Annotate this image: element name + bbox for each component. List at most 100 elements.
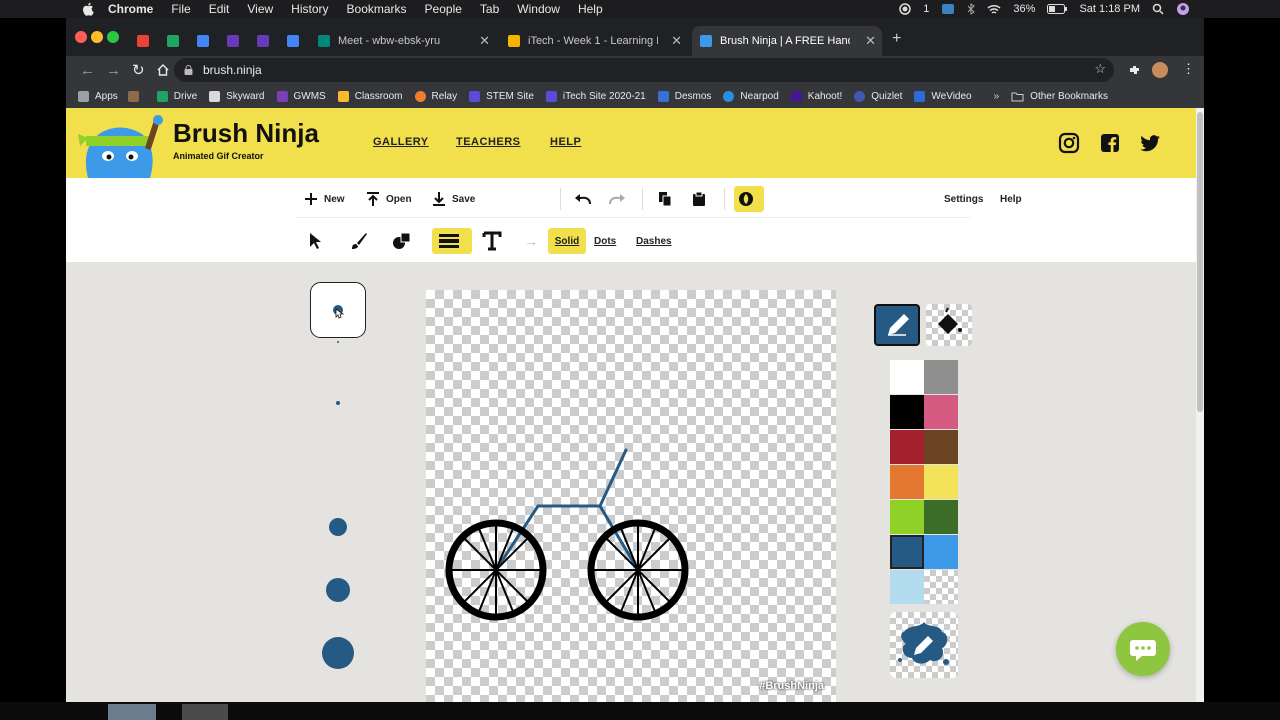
brush-size-5[interactable] [326,578,350,602]
bookmark-blank[interactable] [127,90,145,102]
extensions-puzzle-icon[interactable] [1128,64,1141,77]
user-account-icon[interactable] [1176,2,1190,16]
profile-avatar[interactable] [1152,62,1168,78]
undo-button[interactable] [574,186,598,212]
menu-tab[interactable]: Tab [480,2,499,16]
swatch-light-blue[interactable] [890,570,924,604]
address-bar[interactable]: brush.ninja ☆ [174,58,1114,82]
twitter-icon[interactable] [1139,132,1161,154]
brush-size-selected[interactable] [310,282,366,338]
pinned-tab-drive[interactable] [158,26,188,56]
brush-size-1[interactable] [337,341,339,343]
settings-button[interactable]: Settings [944,186,983,212]
forward-icon[interactable]: → [106,62,121,79]
pinned-tab-forms-2[interactable] [248,26,278,56]
tab-meet[interactable]: Meet - wbw-ebsk-yru ✕ [310,26,496,56]
brush-tool-button[interactable] [350,228,374,254]
notification-count[interactable]: 1 [923,3,929,15]
tab-itech[interactable]: iTech - Week 1 - Learning Path ✕ [500,26,688,56]
menu-view[interactable]: View [247,2,273,16]
page-scrollbar[interactable] [1196,108,1204,702]
bookmark-other-folder[interactable]: Other Bookmarks [1011,91,1108,102]
dock-thumbnail[interactable] [182,704,228,720]
home-icon[interactable] [156,63,170,77]
menu-window[interactable]: Window [517,2,560,16]
pinned-tab-forms-1[interactable] [218,26,248,56]
menubar-clock[interactable]: Sat 1:18 PM [1079,3,1140,15]
swatch-yellow[interactable] [924,465,958,499]
dock-thumbnail[interactable] [108,704,156,720]
menu-people[interactable]: People [425,2,462,16]
new-tab-icon[interactable]: + [892,30,901,48]
swatch-orange[interactable] [890,465,924,499]
more-bookmarks-icon[interactable]: » [994,91,1000,102]
bookmark-itech-site[interactable]: iTech Site 2020-21 [545,90,646,102]
nav-help[interactable]: HELP [550,136,581,148]
line-tool-button[interactable] [432,228,472,254]
zoom-window-button[interactable] [107,31,119,43]
line-style-dots[interactable]: Dots [594,228,616,254]
swatch-transparent[interactable] [924,570,958,604]
wifi-icon[interactable] [987,4,1001,15]
bookmark-stem-site[interactable]: STEM Site [469,90,534,102]
fill-color-mode-button[interactable] [926,304,972,346]
menu-history[interactable]: History [291,2,328,16]
bookmark-wevideo[interactable]: WeVideo [914,90,972,102]
ninja-mascot-logo[interactable] [72,110,168,178]
swatch-gray[interactable] [924,360,958,394]
bluetooth-icon[interactable] [967,3,976,15]
screen-share-icon[interactable] [941,3,955,15]
site-brand[interactable]: Brush Ninja [173,118,319,149]
drawing-canvas[interactable]: #BrushNinja [426,290,836,702]
stroke-color-mode-button[interactable] [874,304,920,346]
bookmark-kahoot[interactable]: Kahoot! [790,90,842,102]
chat-support-button[interactable] [1116,622,1170,676]
swatch-dark-red[interactable] [890,430,924,464]
spotlight-search-icon[interactable] [1152,3,1164,15]
back-icon[interactable]: ← [80,62,95,79]
line-style-dashes[interactable]: Dashes [636,228,672,254]
close-tab-icon[interactable]: ✕ [479,33,490,49]
background-color-button[interactable] [890,612,958,678]
onion-skin-button[interactable] [734,186,764,212]
swatch-pink[interactable] [924,395,958,429]
bookmark-classroom[interactable]: Classroom [337,90,403,102]
tab-brush-ninja[interactable]: Brush Ninja | A FREE Hand-dra ✕ [692,26,882,56]
nav-teachers[interactable]: TEACHERS [456,136,521,148]
instagram-icon[interactable] [1058,132,1080,154]
bookmark-quizlet[interactable]: Quizlet [854,90,902,102]
battery-icon[interactable] [1047,4,1068,14]
close-window-button[interactable] [75,31,87,43]
bookmark-drive[interactable]: Drive [156,90,197,102]
swatch-navy-selected[interactable] [890,535,924,569]
line-style-solid[interactable]: Solid [548,228,586,254]
bookmark-desmos[interactable]: Desmos [657,90,711,102]
brush-size-6[interactable] [322,637,354,669]
menu-file[interactable]: File [171,2,190,16]
bookmark-apps[interactable]: Apps [78,90,118,102]
menu-app-name[interactable]: Chrome [108,2,153,16]
text-tool-button[interactable] [482,228,508,254]
arrow-style-button[interactable]: → [524,228,538,254]
bookmark-relay[interactable]: Relay [414,90,457,102]
pinned-tab-classroom[interactable] [278,26,308,56]
swatch-blue[interactable] [924,535,958,569]
record-icon[interactable] [899,3,912,15]
nav-gallery[interactable]: GALLERY [373,136,429,148]
save-button[interactable]: Save [432,186,475,212]
menu-bookmarks[interactable]: Bookmarks [347,2,407,16]
pinned-tab-gmail[interactable] [128,26,158,56]
brush-size-2[interactable] [336,401,340,405]
select-tool-button[interactable] [308,228,328,254]
shape-tool-button[interactable] [392,228,418,254]
bookmark-star-icon[interactable]: ☆ [1094,61,1106,77]
swatch-lime[interactable] [890,500,924,534]
swatch-brown[interactable] [924,430,958,464]
close-tab-icon[interactable]: ✕ [865,33,876,49]
swatch-black[interactable] [890,395,924,429]
menu-help[interactable]: Help [578,2,603,16]
open-button[interactable]: Open [366,186,412,212]
apple-icon[interactable] [82,2,94,16]
menu-edit[interactable]: Edit [209,2,230,16]
redo-button[interactable] [608,186,632,212]
